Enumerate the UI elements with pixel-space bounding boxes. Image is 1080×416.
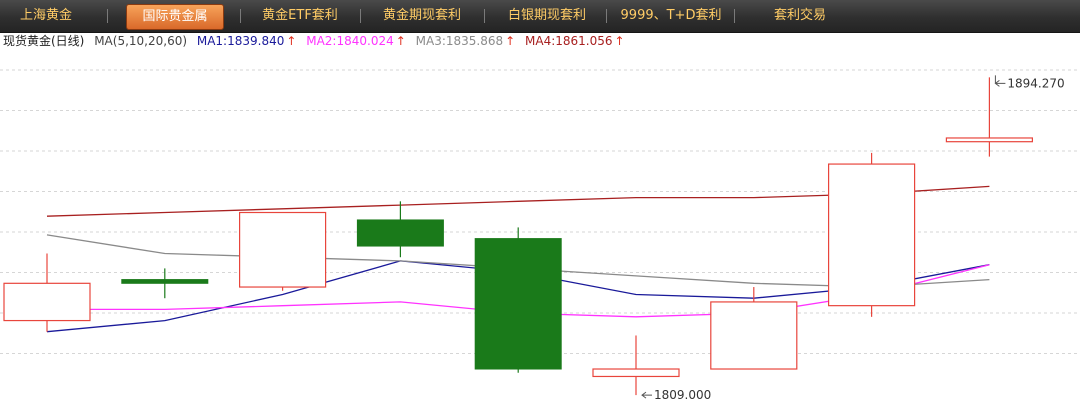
tab-separator (606, 9, 607, 23)
tab-shanghai-gold[interactable]: 上海黄金 (4, 4, 88, 28)
ma-params: MA(5,10,20,60) (94, 34, 188, 48)
candlestick-chart[interactable]: 1894.270 1809.000 (0, 50, 1080, 416)
candle-body (827, 163, 916, 307)
ma3-value: MA3:1835.868 (415, 34, 504, 48)
tab-silver-spot-futures-arbitrage[interactable]: 白银期现套利 (496, 4, 598, 28)
ma4-value: MA4:1861.056 (525, 34, 613, 48)
tab-separator (484, 9, 485, 23)
candle-body (356, 219, 444, 247)
up-arrow-icon: ↑ (505, 34, 516, 48)
tab-gold-spot-futures-arbitrage[interactable]: 黄金期现套利 (372, 4, 472, 28)
high-price-label: 1894.270 (1007, 76, 1064, 90)
tab-separator (240, 9, 241, 23)
low-price-label: 1809.000 (654, 388, 711, 402)
up-arrow-icon: ↑ (395, 34, 406, 48)
tab-international-precious-metals[interactable]: 国际贵金属 (126, 4, 224, 30)
annotation-arrow-icon (641, 391, 652, 399)
candle-body (592, 368, 680, 378)
up-arrow-icon: ↑ (286, 34, 297, 48)
tab-gold-etf-arbitrage[interactable]: 黄金ETF套利 (250, 4, 350, 28)
candle-body (710, 301, 798, 370)
tab-separator (734, 9, 735, 23)
ma2-value: MA2:1840.024 (306, 34, 394, 48)
candle-body (474, 238, 562, 370)
candle-body (3, 282, 91, 322)
candle-body (121, 279, 209, 284)
annotation-arrow-icon (994, 79, 1006, 87)
tab-separator (107, 9, 108, 23)
indicator-legend: 现货黄金(日线) MA(5,10,20,60) MA1:1839.840 ↑ MA… (0, 32, 1080, 50)
tab-separator (360, 9, 361, 23)
up-arrow-icon: ↑ (614, 34, 625, 48)
chart-title: 现货黄金(日线) (3, 34, 85, 48)
candle-body (945, 137, 1034, 143)
tab-arbitrage-trading[interactable]: 套利交易 (760, 4, 840, 28)
market-tab-bar: 上海黄金 国际贵金属 黄金ETF套利 黄金期现套利 白银期现套利 9999、T+… (0, 0, 1080, 33)
tab-9999-td-arbitrage[interactable]: 9999、T+D套利 (618, 4, 724, 28)
ma1-value: MA1:1839.840 (196, 34, 285, 48)
candle-body (239, 211, 327, 288)
